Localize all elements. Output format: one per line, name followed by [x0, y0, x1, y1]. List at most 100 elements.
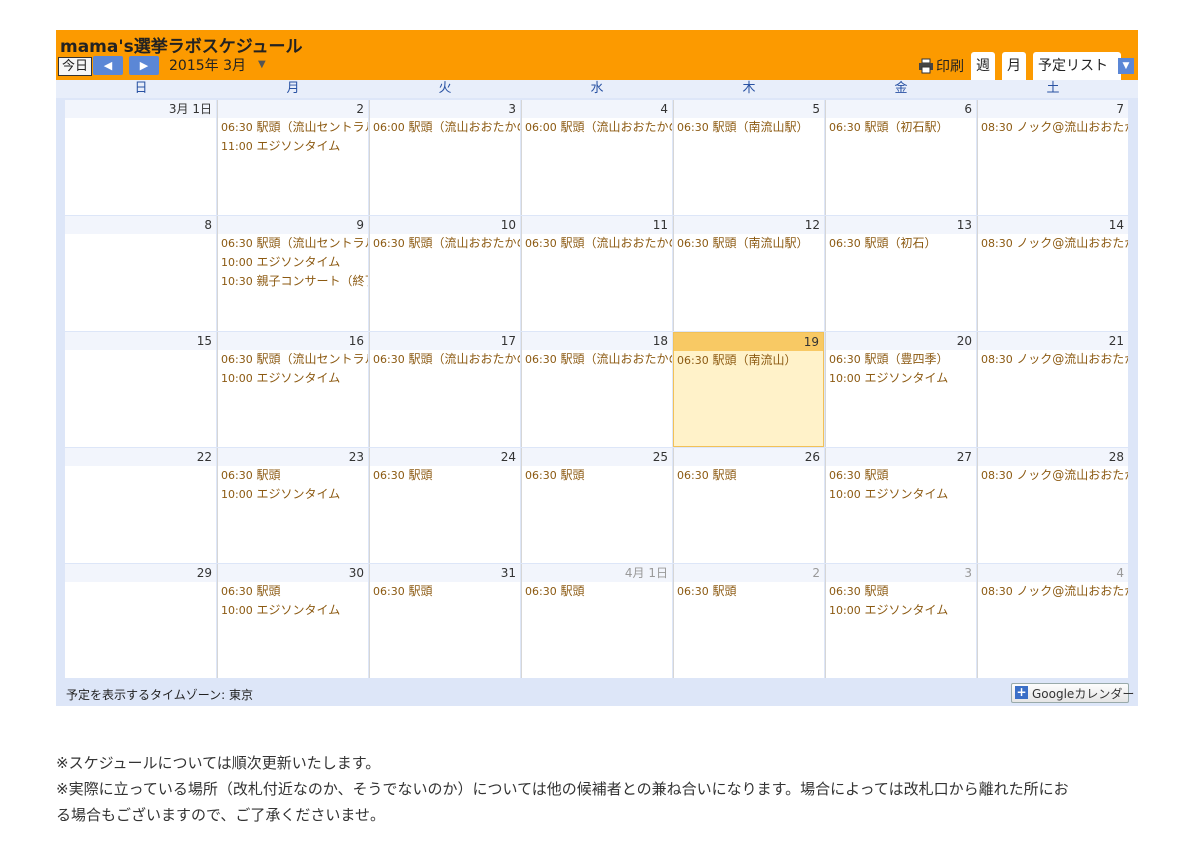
day-number: 25 [522, 448, 672, 466]
event-item[interactable]: 06:30 駅頭（流山おおたかの森駅） [522, 350, 672, 369]
day-cell[interactable]: 25 06:30 駅頭 [521, 448, 672, 563]
day-cell[interactable]: 1408:30 ノック@流山おおたかの森 [977, 216, 1128, 331]
event-item[interactable]: 06:30 駅頭 [674, 582, 824, 601]
print-link[interactable]: 印刷 [936, 56, 964, 76]
day-cell[interactable]: 22 [65, 448, 216, 563]
event-item[interactable]: 10:00 エジソンタイム [218, 485, 368, 504]
event-item[interactable]: 06:30 駅頭（初石駅） [826, 118, 976, 137]
day-cell[interactable]: 1106:30 駅頭（流山おおたかの森駅） [521, 216, 672, 331]
event-item[interactable]: 06:30 駅頭（初石） [826, 234, 976, 253]
day-cell[interactable]: 408:30 ノック@流山おおたかの森 [977, 564, 1128, 679]
event-item[interactable]: 10:00 エジソンタイム [826, 601, 976, 620]
event-item[interactable]: 08:30 ノック@流山おおたかの森 [978, 350, 1128, 369]
event-item[interactable]: 10:00 エジソンタイム [218, 601, 368, 620]
event-time: 10:00 [829, 604, 861, 617]
event-item[interactable]: 06:30 駅頭（流山セントラルパーク駅） [218, 118, 368, 137]
event-item[interactable]: 08:30 ノック@流山おおたかの森 [978, 234, 1128, 253]
prev-month-button[interactable]: ◀ [93, 56, 123, 75]
event-item[interactable]: 06:30 駅頭（南流山駅） [674, 118, 824, 137]
event-time: 06:30 [221, 353, 253, 366]
event-item[interactable]: 10:00 エジソンタイム [218, 369, 368, 388]
today-button[interactable]: 今日 [58, 57, 93, 76]
date-range-label: 2015年 3月 [169, 58, 246, 74]
day-cell[interactable]: 26 06:30 駅頭 [673, 448, 824, 563]
event-time: 06:00 [525, 121, 557, 134]
event-item[interactable]: 06:30 駅頭 [370, 582, 520, 601]
day-cell[interactable]: 15 [65, 332, 216, 447]
day-cell[interactable]: 1706:30 駅頭（流山おおたかの森駅） [369, 332, 520, 447]
day-cell[interactable]: 31 06:30 駅頭 [369, 564, 520, 679]
event-item[interactable]: 06:00 駅頭（流山おおたかの森駅） [522, 118, 672, 137]
plus-icon: + [1015, 685, 1028, 699]
day-cell[interactable]: 6 06:30 駅頭（初石駅） [825, 100, 976, 215]
event-item[interactable]: 06:30 駅頭（流山セントラルパーク駅） [218, 234, 368, 253]
event-item[interactable]: 06:30 駅頭 [826, 466, 976, 485]
day-cell[interactable]: 29 [65, 564, 216, 679]
day-cell[interactable]: 24 06:30 駅頭 [369, 448, 520, 563]
event-item[interactable]: 08:30 ノック@流山おおたかの森 [978, 582, 1128, 601]
day-cell[interactable]: 3月 1日 [65, 100, 216, 215]
day-cell[interactable]: 406:00 駅頭（流山おおたかの森駅） [521, 100, 672, 215]
day-cell[interactable]: 708:30 ノック@流山おおたかの森 [977, 100, 1128, 215]
tab-month[interactable]: 月 [1002, 52, 1026, 80]
day-cell[interactable]: 206:30 駅頭（流山セントラルパーク駅）11:00 エジソンタイム [217, 100, 368, 215]
event-item[interactable]: 06:30 駅頭（流山おおたかの森駅） [370, 350, 520, 369]
event-item[interactable]: 11:00 エジソンタイム [218, 137, 368, 156]
calendar-title: mama's選挙ラボスケジュール [60, 37, 303, 57]
day-cell[interactable]: 1006:30 駅頭（流山おおたかの森駅） [369, 216, 520, 331]
day-cell[interactable]: 2 06:30 駅頭 [673, 564, 824, 679]
day-cell[interactable]: 5 06:30 駅頭（南流山駅） [673, 100, 824, 215]
event-title: ノック@流山おおたかの森 [1016, 352, 1128, 366]
tab-agenda[interactable]: 予定リスト [1033, 52, 1121, 80]
day-cell[interactable]: 20 06:30 駅頭（豊四季） 10:00 エジソンタイム [825, 332, 976, 447]
day-cell[interactable]: 8 [65, 216, 216, 331]
event-item[interactable]: 06:30 駅頭 [826, 582, 976, 601]
event-item[interactable]: 06:30 駅頭 [522, 582, 672, 601]
day-cell[interactable]: 30 06:30 駅頭 10:00 エジソンタイム [217, 564, 368, 679]
day-cell[interactable]: 2108:30 ノック@流山おおたかの森 [977, 332, 1128, 447]
google-calendar-badge[interactable]: + Googleカレンダー [1011, 683, 1134, 703]
event-item[interactable]: 08:30 ノック@流山おおたかの森 [978, 466, 1128, 485]
day-cell[interactable]: 3 06:30 駅頭 10:00 エジソンタイム [825, 564, 976, 679]
day-cell[interactable]: 1606:30 駅頭（流山セントラルパーク駅）10:00 エジソンタイム [217, 332, 368, 447]
event-time: 06:00 [373, 121, 405, 134]
event-title: 駅頭（流山おおたかの森駅） [408, 236, 520, 250]
chevron-down-icon[interactable]: ▼ [258, 59, 266, 70]
day-number: 8 [65, 216, 216, 234]
event-item[interactable]: 08:30 ノック@流山おおたかの森 [978, 118, 1128, 137]
event-item[interactable]: 06:30 駅頭（豊四季） [826, 350, 976, 369]
event-item[interactable]: 06:30 駅頭 [218, 466, 368, 485]
event-item[interactable]: 06:30 駅頭（南流山） [674, 351, 823, 370]
event-title: 駅頭 [712, 584, 737, 598]
day-number: 12 [674, 216, 824, 234]
event-item[interactable]: 10:00 エジソンタイム [826, 369, 976, 388]
day-cell[interactable]: 1806:30 駅頭（流山おおたかの森駅） [521, 332, 672, 447]
event-item[interactable]: 06:30 駅頭（流山おおたかの森駅） [370, 234, 520, 253]
event-item[interactable]: 10:00 エジソンタイム [218, 253, 368, 272]
next-month-button[interactable]: ▶ [129, 56, 159, 75]
day-cell[interactable]: 2808:30 ノック@流山おおたかの森 [977, 448, 1128, 563]
event-item[interactable]: 10:30 親子コンサート（終了） [218, 272, 368, 291]
tab-menu-dropdown-icon[interactable]: ▼ [1118, 58, 1134, 74]
day-cell[interactable]: 12 06:30 駅頭（南流山駅） [673, 216, 824, 331]
day-cell[interactable]: 27 06:30 駅頭 10:00 エジソンタイム [825, 448, 976, 563]
event-item[interactable]: 06:00 駅頭（流山おおたかの森駅） [370, 118, 520, 137]
event-item[interactable]: 06:30 駅頭 [522, 466, 672, 485]
day-cell[interactable]: 4月 1日 06:30 駅頭 [521, 564, 672, 679]
day-cell[interactable]: 23 06:30 駅頭 10:00 エジソンタイム [217, 448, 368, 563]
print-icon[interactable] [918, 58, 934, 74]
day-cell[interactable]: 13 06:30 駅頭（初石） [825, 216, 976, 331]
day-cell-today[interactable]: 19 06:30 駅頭（南流山） [673, 332, 824, 447]
event-item[interactable]: 06:30 駅頭（南流山駅） [674, 234, 824, 253]
day-number: 3 [370, 100, 520, 118]
event-item[interactable]: 06:30 駅頭 [370, 466, 520, 485]
day-cell[interactable]: 906:30 駅頭（流山セントラルパーク駅）10:00 エジソンタイム10:30… [217, 216, 368, 331]
day-cell[interactable]: 306:00 駅頭（流山おおたかの森駅） [369, 100, 520, 215]
event-item[interactable]: 06:30 駅頭（流山おおたかの森駅） [522, 234, 672, 253]
event-item[interactable]: 06:30 駅頭 [218, 582, 368, 601]
event-time: 06:30 [829, 237, 861, 250]
tab-week[interactable]: 週 [971, 52, 995, 80]
event-item[interactable]: 06:30 駅頭（流山セントラルパーク駅） [218, 350, 368, 369]
event-item[interactable]: 06:30 駅頭 [674, 466, 824, 485]
event-item[interactable]: 10:00 エジソンタイム [826, 485, 976, 504]
